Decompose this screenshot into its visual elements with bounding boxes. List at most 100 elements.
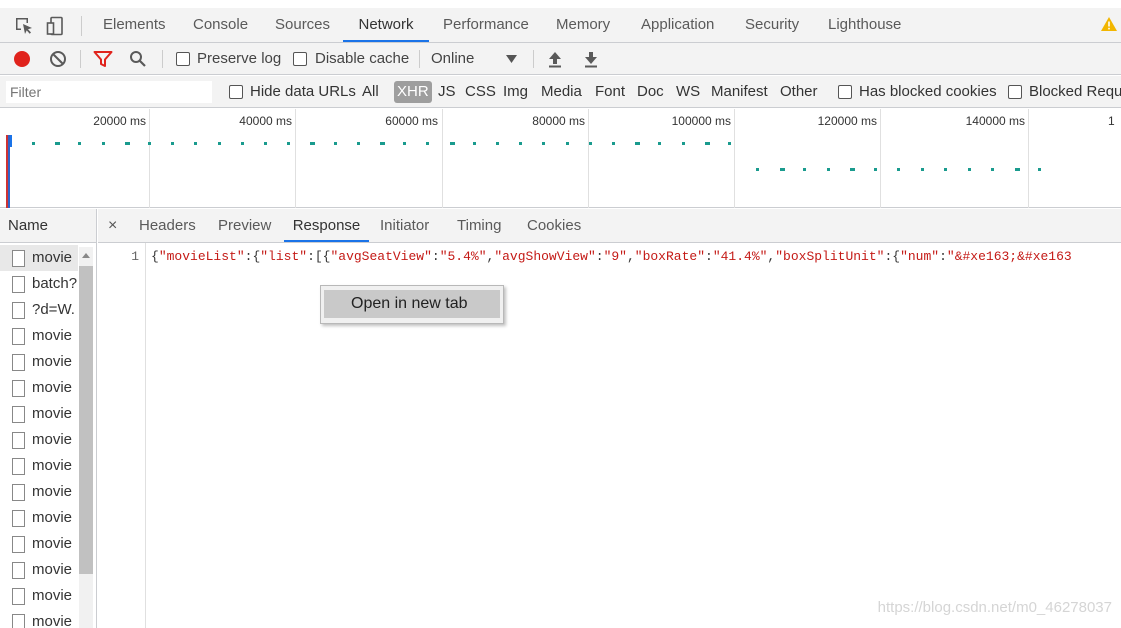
filter-type-other[interactable]: Other bbox=[780, 81, 818, 103]
watermark: https://blog.csdn.net/m0_46278037 bbox=[877, 599, 1112, 616]
filter-type-all[interactable]: All bbox=[362, 81, 379, 103]
chevron-down-icon[interactable] bbox=[506, 55, 517, 63]
record-icon[interactable] bbox=[13, 50, 31, 68]
tab-elements[interactable]: Elements bbox=[103, 8, 166, 42]
filter-type-js[interactable]: JS bbox=[438, 81, 456, 103]
import-har-icon[interactable] bbox=[547, 50, 563, 68]
overview-dot bbox=[496, 142, 499, 145]
overview-tick: 140000 ms bbox=[965, 114, 1025, 128]
tab-performance[interactable]: Performance bbox=[443, 8, 529, 42]
filter-type-xhr[interactable]: XHR bbox=[394, 81, 432, 103]
tab-preview[interactable]: Preview bbox=[218, 209, 271, 242]
request-row[interactable]: movie bbox=[0, 557, 78, 583]
request-row[interactable]: movie bbox=[0, 531, 78, 557]
overview-dot bbox=[991, 168, 994, 171]
scroll-up-arrow-icon[interactable] bbox=[82, 253, 90, 258]
request-row[interactable]: batch? bbox=[0, 271, 78, 297]
request-row[interactable]: movie bbox=[0, 453, 78, 479]
filter-type-ws[interactable]: WS bbox=[676, 81, 700, 103]
disable-cache-checkbox[interactable] bbox=[293, 52, 307, 66]
overview-tick: 100000 ms bbox=[671, 114, 731, 128]
inspect-element-icon[interactable] bbox=[14, 16, 34, 36]
export-har-icon[interactable] bbox=[583, 50, 599, 68]
warning-icon[interactable] bbox=[1101, 17, 1117, 31]
name-column-header[interactable]: Name bbox=[0, 209, 96, 243]
tab-sources[interactable]: Sources bbox=[275, 8, 330, 42]
overview-dot bbox=[102, 142, 105, 145]
preserve-log-label: Preserve log bbox=[197, 50, 282, 67]
close-detail-icon[interactable]: × bbox=[108, 209, 117, 242]
tab-initiator[interactable]: Initiator bbox=[380, 209, 429, 242]
overview-dot bbox=[473, 142, 476, 145]
open-in-new-tab-menu-item[interactable]: Open in new tab bbox=[324, 290, 500, 318]
preserve-log-checkbox[interactable] bbox=[176, 52, 190, 66]
overview-dot bbox=[380, 142, 385, 145]
overview-dot bbox=[55, 142, 60, 145]
filter-type-font[interactable]: Font bbox=[595, 81, 625, 103]
overview-dot bbox=[612, 142, 615, 145]
tab-separator bbox=[81, 16, 82, 36]
request-row[interactable]: movie bbox=[0, 245, 78, 271]
overview-gridline bbox=[588, 109, 589, 208]
overview-dot bbox=[589, 142, 592, 145]
search-icon[interactable] bbox=[129, 50, 147, 68]
overview-tick: 40000 ms bbox=[239, 114, 292, 128]
overview-dot bbox=[357, 142, 360, 145]
overview-dot bbox=[728, 142, 731, 145]
scrollbar-thumb[interactable] bbox=[79, 266, 93, 574]
tab-headers[interactable]: Headers bbox=[139, 209, 196, 242]
overview-dot bbox=[756, 168, 759, 171]
hide-data-urls-checkbox[interactable] bbox=[229, 85, 243, 99]
filter-type-media[interactable]: Media bbox=[541, 81, 582, 103]
overview-dot bbox=[125, 142, 130, 145]
filter-type-manifest[interactable]: Manifest bbox=[711, 81, 768, 103]
tab-response[interactable]: Response bbox=[284, 209, 369, 242]
request-row[interactable]: movie bbox=[0, 609, 78, 628]
overview-dot bbox=[921, 168, 924, 171]
blocked-requests-label: Blocked Reque bbox=[1029, 83, 1121, 100]
request-row[interactable]: movie bbox=[0, 505, 78, 531]
filter-type-doc[interactable]: Doc bbox=[637, 81, 664, 103]
request-row[interactable]: movie bbox=[0, 375, 78, 401]
overview-dot bbox=[194, 142, 197, 145]
overview-dot bbox=[519, 142, 522, 145]
request-row[interactable]: movie bbox=[0, 427, 78, 453]
clear-icon[interactable] bbox=[49, 50, 67, 68]
line-number: 1 bbox=[131, 249, 139, 264]
tab-memory[interactable]: Memory bbox=[556, 8, 610, 42]
request-row[interactable]: ?d=W. bbox=[0, 297, 78, 323]
request-row[interactable]: movie bbox=[0, 479, 78, 505]
devtools-tab-bar: Elements Console Sources Network Perform… bbox=[0, 0, 1121, 43]
filter-icon[interactable] bbox=[93, 50, 113, 68]
overview-dot bbox=[850, 168, 855, 171]
document-icon bbox=[12, 562, 25, 579]
blocked-requests-checkbox[interactable] bbox=[1008, 85, 1022, 99]
document-icon bbox=[12, 250, 25, 267]
tab-cookies[interactable]: Cookies bbox=[527, 209, 581, 242]
tab-console[interactable]: Console bbox=[193, 8, 248, 42]
tab-network[interactable]: Network bbox=[343, 8, 429, 42]
toolbar-separator bbox=[162, 50, 163, 68]
overview-dot bbox=[705, 142, 710, 145]
document-icon bbox=[12, 458, 25, 475]
tab-timing[interactable]: Timing bbox=[457, 209, 501, 242]
tab-security[interactable]: Security bbox=[745, 8, 799, 42]
request-row[interactable]: movie bbox=[0, 401, 78, 427]
filter-type-img[interactable]: Img bbox=[503, 81, 528, 103]
request-list-scrollbar[interactable] bbox=[79, 247, 93, 628]
response-body[interactable]: {"movieList":{"list":[{"avgSeatView":"5.… bbox=[151, 249, 1121, 264]
request-row[interactable]: movie bbox=[0, 583, 78, 609]
overview-dot bbox=[32, 142, 35, 145]
overview-dot bbox=[334, 142, 337, 145]
overview-dot bbox=[171, 142, 174, 145]
tab-application[interactable]: Application bbox=[641, 8, 714, 42]
throttling-select[interactable]: Online bbox=[431, 43, 474, 75]
request-row[interactable]: movie bbox=[0, 349, 78, 375]
device-toolbar-icon[interactable] bbox=[46, 16, 66, 36]
tab-lighthouse[interactable]: Lighthouse bbox=[828, 8, 901, 42]
filter-input[interactable] bbox=[6, 81, 212, 103]
filter-type-css[interactable]: CSS bbox=[465, 81, 496, 103]
has-blocked-cookies-checkbox[interactable] bbox=[838, 85, 852, 99]
network-overview[interactable]: 20000 ms 40000 ms 60000 ms 80000 ms 1000… bbox=[0, 109, 1121, 208]
request-row[interactable]: movie bbox=[0, 323, 78, 349]
